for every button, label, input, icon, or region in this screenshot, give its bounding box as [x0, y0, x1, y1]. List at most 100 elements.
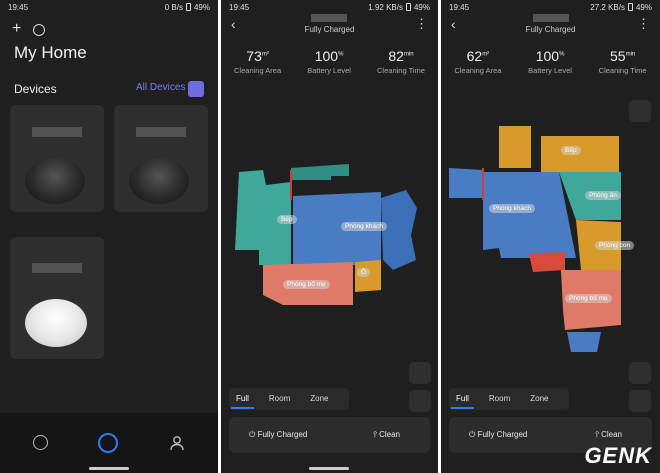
status-time: 19:45 — [229, 2, 250, 12]
unit: m² — [482, 51, 490, 58]
profile-icon[interactable] — [169, 435, 187, 453]
battery-percent: 49% — [193, 2, 210, 12]
gesture-bar — [309, 467, 349, 470]
charge-status: Fully Charged — [304, 25, 355, 34]
stat-label: Cleaning Area — [234, 66, 282, 75]
floor-map[interactable] — [441, 110, 660, 360]
network-speed: 27.2 KB/s — [590, 2, 625, 12]
locate-robot-button[interactable] — [409, 362, 431, 384]
mode-tabs: Full Room Zone — [231, 390, 333, 409]
charge-button[interactable]: ⏻ Fully Charged — [249, 430, 307, 440]
floor-map[interactable] — [221, 110, 438, 310]
room-label-living: Phòng khách — [489, 204, 535, 213]
unit: min — [403, 51, 414, 58]
fan-icon[interactable] — [629, 390, 651, 412]
all-devices-link[interactable]: All Devices — [136, 82, 185, 93]
status-bar: 19:45 1.92 KB/s 49% — [221, 0, 438, 14]
unit: m² — [261, 51, 269, 58]
map-room-kitchen[interactable] — [541, 136, 619, 172]
device-card[interactable] — [114, 105, 208, 212]
room-label-living: Phòng khách — [341, 222, 387, 231]
device-name — [32, 127, 82, 137]
room-label-dining: Phòng ăn — [585, 191, 621, 200]
charge-label: Fully Charged — [477, 430, 528, 439]
page-title: My Home — [14, 43, 87, 62]
device-title — [533, 14, 569, 22]
battery-percent: 49% — [635, 2, 652, 12]
room-label-kitchen: Bếp — [277, 215, 297, 224]
tab-room[interactable]: Room — [264, 390, 295, 409]
stats-row: 62m² Cleaning Area 100% Battery Level 55mi… — [441, 48, 660, 75]
map-room-entry — [449, 168, 483, 198]
map-room-bath — [529, 252, 565, 272]
bottom-navigation — [0, 413, 218, 473]
cleaning-area-value: 62 — [466, 48, 483, 64]
mode-tabs: Full Room Zone — [451, 390, 553, 409]
room-label-small: Ô — [357, 268, 371, 277]
clean-button[interactable]: ⫯ Clean — [595, 430, 622, 440]
cleaning-time-value: 55 — [610, 48, 626, 64]
battery-value: 100 — [314, 48, 339, 64]
devices-tab-icon[interactable] — [98, 433, 118, 453]
scene-icon[interactable] — [33, 24, 46, 36]
map-room-storage — [499, 126, 531, 168]
tab-zone[interactable]: Zone — [305, 390, 333, 409]
home-screen: 19:45 0 B/s 49% + My Home Devices All Dev… — [0, 0, 218, 473]
chat-icon[interactable] — [33, 435, 48, 450]
remote-control-button[interactable] — [409, 390, 431, 412]
device-title — [311, 14, 347, 22]
map-room-living[interactable] — [483, 172, 576, 258]
charge-label: Fully Charged — [257, 430, 308, 439]
clean-label: Clean — [379, 430, 400, 439]
gesture-bar — [89, 467, 129, 470]
tab-room[interactable]: Room — [484, 390, 515, 409]
status-bar: 19:45 27.2 KB/s 49% — [441, 0, 660, 14]
network-speed: 0 B/s — [164, 2, 183, 12]
charge-status: Fully Charged — [525, 25, 576, 34]
add-icon[interactable]: + — [12, 20, 21, 38]
room-label-parents: Phòng bố mẹ — [283, 280, 330, 289]
battery-value: 100 — [535, 48, 560, 64]
map-room-balcony — [567, 332, 601, 352]
map-corridor — [291, 164, 349, 180]
network-speed: 1.92 KB/s — [368, 2, 403, 12]
device-name — [32, 263, 82, 273]
unit: % — [559, 51, 565, 58]
unit: min — [625, 51, 636, 58]
robot-vacuum-image — [25, 299, 87, 347]
room-label-kitchen: Bếp — [561, 146, 581, 155]
home-icon[interactable] — [188, 81, 204, 97]
status-time: 19:45 — [449, 2, 470, 12]
clean-label: Clean — [601, 430, 622, 439]
stat-label: Cleaning Time — [377, 66, 425, 75]
charge-button[interactable]: ⏻ Fully Charged — [469, 430, 527, 440]
map-room-balcony — [381, 190, 417, 270]
battery-icon — [405, 3, 411, 11]
stat-label: Cleaning Time — [598, 66, 647, 75]
stats-row: 73m² Cleaning Area 100% Battery Level 82mi… — [221, 48, 438, 75]
tab-full[interactable]: Full — [451, 390, 474, 409]
tab-full[interactable]: Full — [231, 390, 254, 409]
battery-icon — [627, 3, 633, 11]
status-bar: 19:45 0 B/s 49% — [0, 0, 218, 14]
robot-vacuum-image — [25, 158, 85, 204]
action-bar: ⏻ Fully Charged ⫯ Clean — [229, 417, 430, 453]
cleaning-area-value: 73 — [246, 48, 262, 64]
battery-percent: 49% — [413, 2, 430, 12]
watermark-logo: GENK — [584, 443, 652, 468]
locate-robot-button[interactable] — [629, 362, 651, 384]
stat-label: Battery Level — [307, 66, 351, 75]
room-label-child: Phòng con — [595, 241, 635, 250]
device-card[interactable] — [10, 237, 104, 359]
map-screen-1: 19:45 1.92 KB/s 49% ‹ ⋮ Fully Charged 73m… — [221, 0, 438, 473]
map-screen-2: 19:45 27.2 KB/s 49% ‹ ⋮ Fully Charged 62m… — [441, 0, 660, 473]
stat-label: Cleaning Area — [454, 66, 502, 75]
device-card[interactable] — [10, 105, 104, 212]
robot-vacuum-image — [129, 158, 189, 204]
tab-zone[interactable]: Zone — [525, 390, 553, 409]
clean-button[interactable]: ⫯ Clean — [373, 430, 400, 440]
stat-label: Battery Level — [528, 66, 572, 75]
device-name — [136, 127, 186, 137]
cleaning-time-value: 82 — [388, 48, 404, 64]
status-time: 19:45 — [8, 2, 29, 12]
